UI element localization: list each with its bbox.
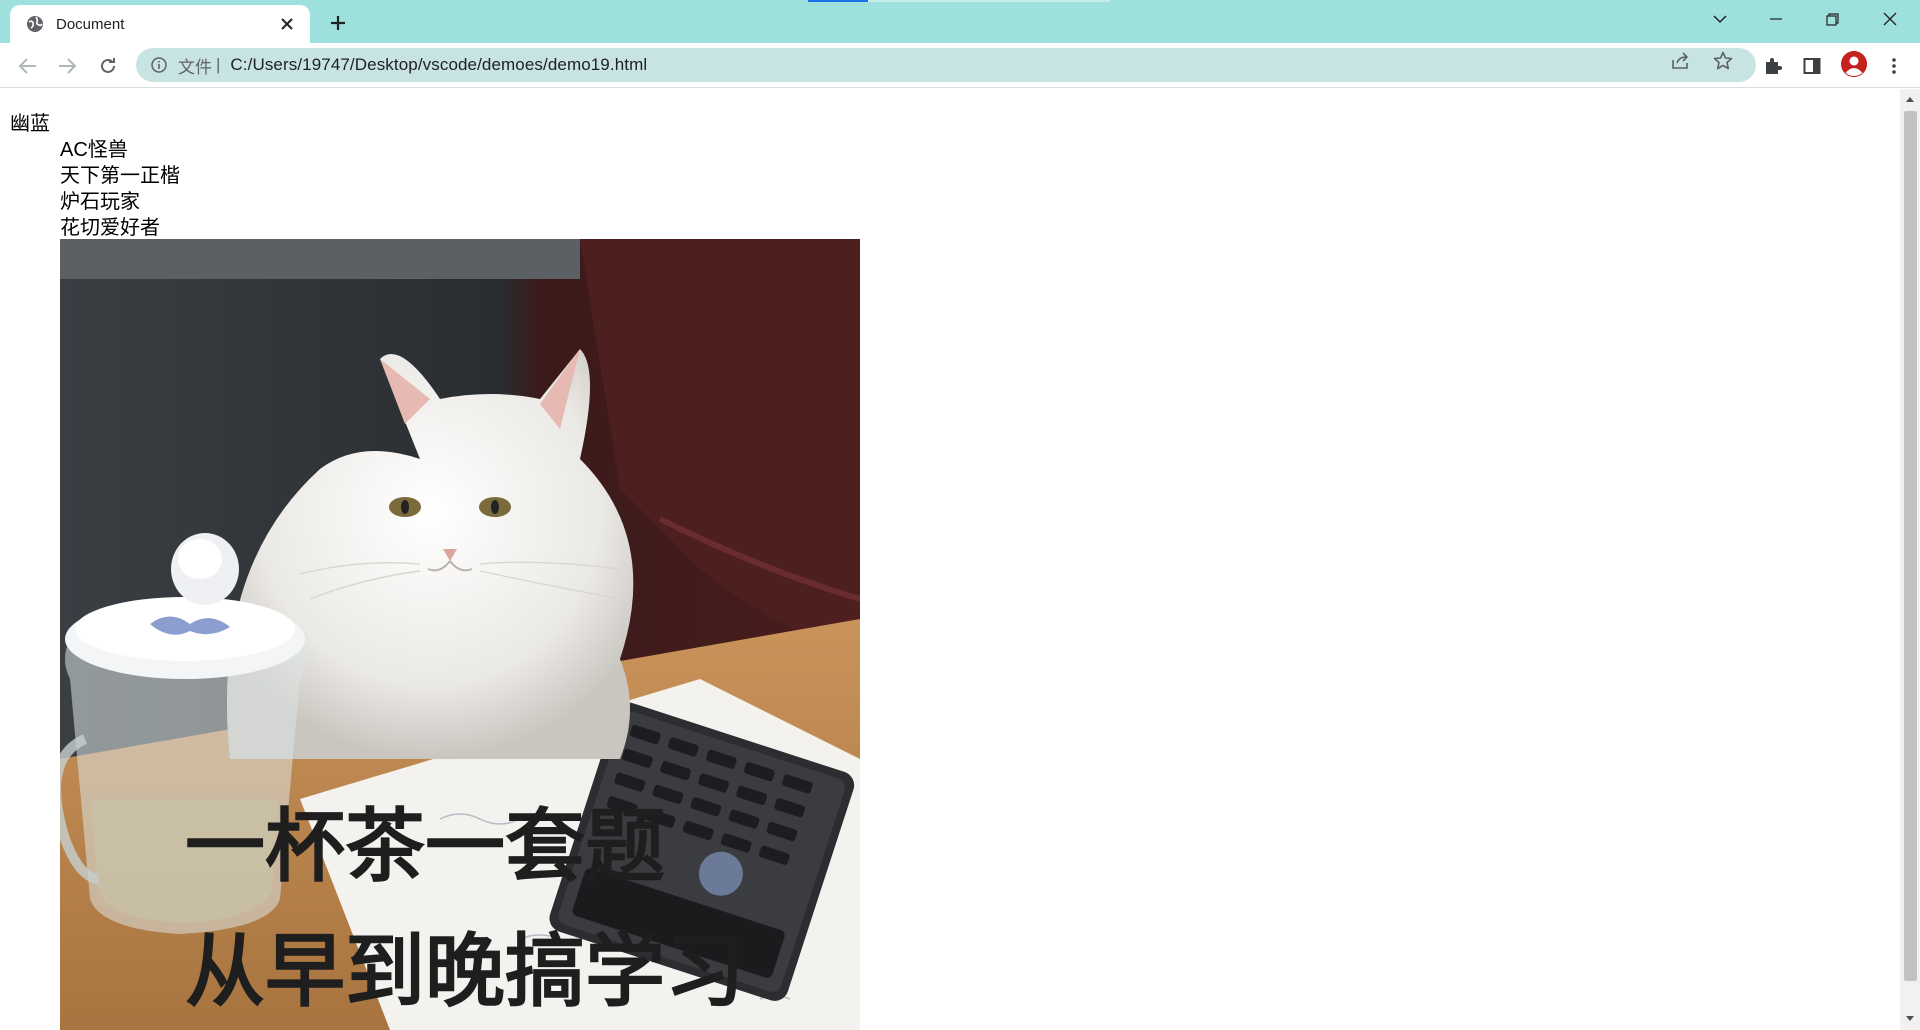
- page-content: 幽蓝 AC怪兽 天下第一正楷 炉石玩家 花切爱好者: [10, 111, 180, 241]
- tab-document[interactable]: Document: [10, 5, 310, 43]
- scrollbar-thumb[interactable]: [1904, 111, 1917, 981]
- menu-kebab-icon[interactable]: [1882, 54, 1906, 78]
- list-item: 花切爱好者: [60, 217, 160, 239]
- reload-button[interactable]: [93, 51, 123, 81]
- cat-meme-image: 一杯茶一套题 从早到晚搞学习: [60, 239, 860, 1030]
- tab-close-icon[interactable]: [276, 13, 298, 35]
- scroll-up-arrow-icon[interactable]: [1905, 94, 1915, 104]
- scroll-down-arrow-icon[interactable]: [1905, 1013, 1915, 1023]
- minimize-button[interactable]: [1748, 0, 1804, 38]
- scheme-label: 文件: [178, 57, 212, 77]
- profile-avatar[interactable]: [1841, 51, 1867, 77]
- image-caption-line1: 一杯茶一套题: [185, 800, 665, 893]
- image-caption-line2: 从早到晚搞学习: [185, 925, 745, 1018]
- tab-strip: Document: [0, 0, 1920, 43]
- tab-strip-accent-light: [868, 0, 1110, 2]
- forward-button[interactable]: [52, 51, 82, 81]
- restore-button[interactable]: [1804, 0, 1860, 38]
- list-item: 炉石玩家: [60, 191, 140, 213]
- tab-search-chevron-icon[interactable]: [1692, 0, 1748, 38]
- side-panel-icon[interactable]: [1800, 54, 1824, 78]
- new-tab-button[interactable]: [324, 9, 352, 37]
- back-button[interactable]: [13, 51, 43, 81]
- browser-toolbar: 文件 | C:/Users/19747/Desktop/vscode/demoe…: [0, 43, 1920, 88]
- list-item: AC怪兽: [60, 139, 128, 161]
- share-icon[interactable]: [1670, 50, 1692, 72]
- globe-icon: [26, 15, 44, 33]
- info-icon[interactable]: [150, 56, 168, 74]
- bookmark-star-icon[interactable]: [1712, 50, 1734, 72]
- address-bar[interactable]: 文件 | C:/Users/19747/Desktop/vscode/demoe…: [136, 48, 1756, 82]
- url-text[interactable]: C:/Users/19747/Desktop/vscode/demoes/dem…: [230, 55, 647, 75]
- tab-title: Document: [56, 15, 125, 33]
- scheme-separator: |: [216, 55, 221, 74]
- extensions-puzzle-icon[interactable]: [1761, 54, 1785, 78]
- nickname-list: AC怪兽 天下第一正楷 炉石玩家 花切爱好者: [10, 137, 180, 241]
- close-window-button[interactable]: [1862, 0, 1918, 38]
- page-viewport: 幽蓝 AC怪兽 天下第一正楷 炉石玩家 花切爱好者 一杯茶一套题 从早到晚搞学习: [0, 89, 1900, 1030]
- page-heading: 幽蓝: [10, 113, 50, 135]
- list-item: 天下第一正楷: [60, 165, 180, 187]
- tab-strip-accent: [808, 0, 868, 2]
